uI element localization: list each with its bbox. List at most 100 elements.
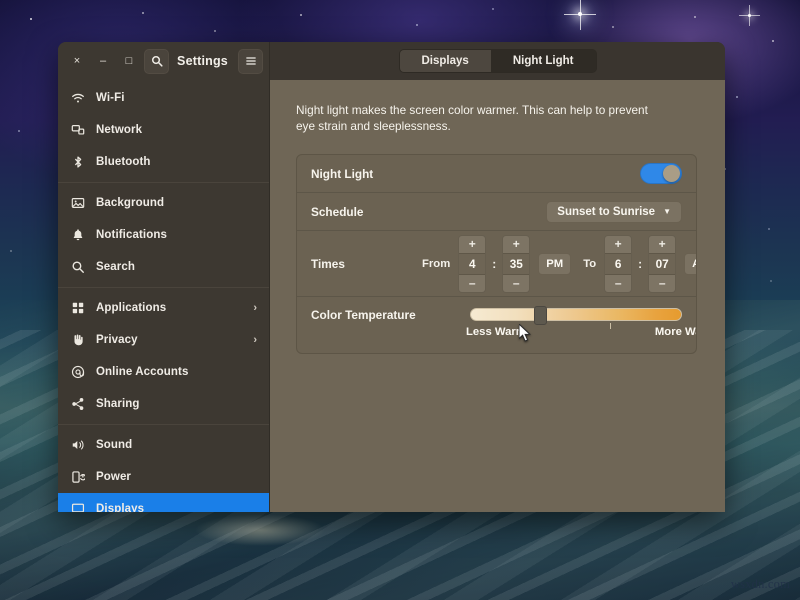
schedule-row-right: Sunset to Sunrise ▼ [546, 201, 682, 223]
applications-icon [70, 301, 85, 316]
tab-displays[interactable]: Displays [400, 50, 491, 72]
chevron-down-icon: ▼ [663, 207, 671, 216]
titlebar-right: Displays Night Light [270, 42, 725, 80]
network-icon [70, 123, 85, 138]
sidebar-item-label: Network [96, 124, 257, 136]
displays-icon [70, 502, 85, 513]
maximize-button[interactable]: □ [116, 48, 142, 74]
sidebar-item-sharing[interactable]: Sharing [58, 388, 269, 420]
from-minute-increment-button[interactable]: + [503, 236, 529, 253]
sidebar-item-online-accounts[interactable]: Online Accounts [58, 356, 269, 388]
toggle-knob [663, 165, 680, 182]
sidebar-item-power[interactable]: Power [58, 461, 269, 493]
from-hour-decrement-button[interactable]: – [459, 275, 485, 292]
night-light-card: Night Light Schedule Sunset to Sunris [296, 154, 697, 354]
power-icon [70, 470, 85, 485]
sidebar-item-notifications[interactable]: Notifications [58, 219, 269, 251]
close-button[interactable]: × [64, 48, 90, 74]
night-light-row: Night Light [297, 155, 696, 193]
sidebar-item-label: Wi-Fi [96, 92, 257, 104]
schedule-dropdown[interactable]: Sunset to Sunrise ▼ [546, 201, 682, 223]
to-minute-value[interactable]: 07 [649, 253, 675, 275]
to-hour-increment-button[interactable]: + [605, 236, 631, 253]
to-time-colon: : [637, 257, 643, 271]
from-minute-spinner: + 35 – [502, 235, 530, 293]
chevron-right-icon: › [253, 334, 257, 346]
sound-icon [70, 438, 85, 453]
from-hour-spinner: + 4 – [458, 235, 486, 293]
sidebar-item-wifi[interactable]: Wi-Fi [58, 82, 269, 114]
from-time-colon: : [491, 257, 497, 271]
night-light-label: Night Light [311, 167, 419, 181]
sidebar-item-sound[interactable]: Sound [58, 429, 269, 461]
sidebar-item-label: Sound [96, 439, 257, 451]
to-hour-decrement-button[interactable]: – [605, 275, 631, 292]
color-temperature-row: Color Temperature Less Warm More Warm [297, 297, 696, 353]
sidebar-item-label: Power [96, 471, 257, 483]
more-warm-label: More Warm [655, 326, 697, 338]
from-minute-decrement-button[interactable]: – [503, 275, 529, 292]
from-minute-value[interactable]: 35 [503, 253, 529, 275]
sidebar-item-network[interactable]: Network [58, 114, 269, 146]
search-icon [70, 260, 85, 275]
to-hour-spinner: + 6 – [604, 235, 632, 293]
tab-group: Displays Night Light [399, 49, 597, 73]
to-meridiem-button[interactable]: AM [684, 253, 697, 275]
color-temperature-end-labels: Less Warm More Warm [470, 326, 682, 338]
from-hour-increment-button[interactable]: + [459, 236, 485, 253]
sidebar-item-displays[interactable]: Displays [58, 493, 269, 512]
sidebar-separator [58, 182, 269, 183]
less-warm-label: Less Warm [466, 326, 526, 338]
online-accounts-icon [70, 365, 85, 380]
sidebar: Wi-Fi Network Bl [58, 80, 270, 512]
sidebar-item-privacy[interactable]: Privacy › [58, 324, 269, 356]
wifi-icon [70, 91, 85, 106]
bright-star-secondary-icon [748, 14, 751, 17]
sidebar-item-background[interactable]: Background [58, 187, 269, 219]
chevron-right-icon: › [253, 302, 257, 314]
background-icon [70, 196, 85, 211]
desktop-wallpaper: × – □ Settings Displays Nig [0, 0, 800, 600]
times-label: Times [311, 257, 419, 271]
from-hour-value[interactable]: 4 [459, 253, 485, 275]
schedule-dropdown-value: Sunset to Sunrise [557, 206, 655, 218]
titlebar: × – □ Settings Displays Nig [58, 42, 725, 80]
color-temperature-slider[interactable] [470, 308, 682, 321]
hamburger-menu-icon[interactable] [238, 49, 263, 74]
sidebar-item-label: Online Accounts [96, 366, 257, 378]
tab-night-light[interactable]: Night Light [491, 50, 596, 72]
schedule-label: Schedule [311, 205, 419, 219]
watermark: wsxdn.com [731, 577, 790, 592]
bright-star-icon [578, 12, 582, 16]
notifications-icon [70, 228, 85, 243]
sidebar-item-search[interactable]: Search [58, 251, 269, 283]
sidebar-item-label: Privacy [96, 334, 242, 346]
times-row: Times From + 4 – : [297, 231, 696, 297]
sidebar-item-label: Displays [96, 503, 257, 512]
main-content: Night light makes the screen color warme… [270, 80, 725, 512]
from-meridiem-button[interactable]: PM [538, 253, 571, 275]
night-light-toggle[interactable] [640, 163, 682, 184]
color-temperature-slider-handle[interactable] [534, 306, 547, 325]
sidebar-item-label: Background [96, 197, 257, 209]
sidebar-item-bluetooth[interactable]: Bluetooth [58, 146, 269, 178]
sidebar-item-label: Notifications [96, 229, 257, 241]
sidebar-item-label: Bluetooth [96, 156, 257, 168]
minimize-button[interactable]: – [90, 48, 116, 74]
sidebar-item-label: Search [96, 261, 257, 273]
from-time-group: From + 4 – : + 35 – [419, 235, 571, 293]
to-hour-value[interactable]: 6 [605, 253, 631, 275]
settings-window: × – □ Settings Displays Nig [58, 42, 725, 512]
window-body: Wi-Fi Network Bl [58, 80, 725, 512]
sidebar-separator [58, 424, 269, 425]
search-icon[interactable] [144, 49, 169, 74]
privacy-icon [70, 333, 85, 348]
sidebar-item-label: Applications [96, 302, 242, 314]
from-word: From [419, 258, 453, 270]
sidebar-item-applications[interactable]: Applications › [58, 292, 269, 324]
slider-tick-mark [610, 323, 611, 329]
to-minute-decrement-button[interactable]: – [649, 275, 675, 292]
color-temperature-control: Less Warm More Warm [470, 308, 682, 338]
star-field [0, 0, 2, 2]
to-minute-increment-button[interactable]: + [649, 236, 675, 253]
